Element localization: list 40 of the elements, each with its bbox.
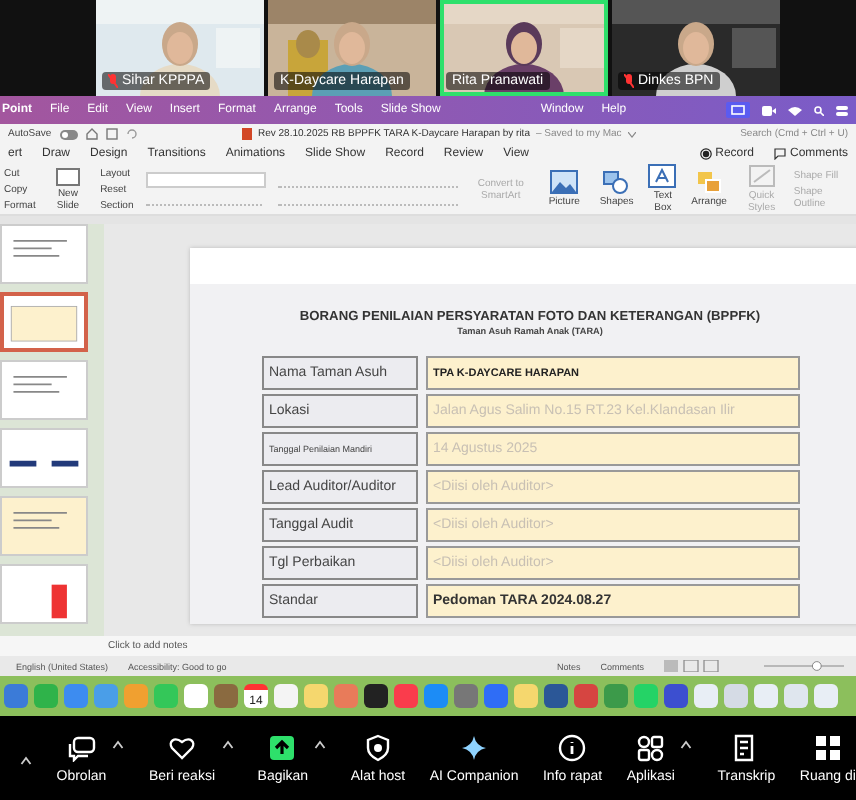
- undo-icon[interactable]: [125, 128, 138, 140]
- home-icon[interactable]: [85, 128, 98, 140]
- image-icon: [550, 170, 579, 194]
- slide-thumbnail[interactable]: [0, 224, 88, 284]
- record-icon: [699, 148, 712, 160]
- slide-thumbnail[interactable]: [0, 564, 88, 624]
- share-icon: [268, 733, 297, 761]
- styles-icon: [747, 164, 776, 188]
- camera-icon[interactable]: [762, 105, 777, 115]
- shapes-icon: [602, 170, 631, 194]
- screen-icon[interactable]: [726, 102, 751, 118]
- app-icon[interactable]: [364, 684, 388, 708]
- caret-icon[interactable]: [20, 756, 32, 766]
- chevron-icon[interactable]: [627, 131, 636, 137]
- apps-icon: [636, 733, 665, 761]
- slide-thumbnail[interactable]: [0, 292, 88, 352]
- font-field[interactable]: [145, 172, 266, 188]
- autosave-toggle[interactable]: [59, 129, 78, 139]
- zoom-slider[interactable]: [764, 660, 844, 672]
- comment-icon: [773, 148, 786, 160]
- sparkle-icon: [460, 733, 489, 761]
- save-icon[interactable]: [105, 128, 118, 140]
- heart-icon: [167, 733, 196, 761]
- caret-icon[interactable]: [314, 739, 327, 749]
- wifi-icon[interactable]: [788, 105, 803, 115]
- document-icon: [241, 128, 252, 140]
- caret-icon[interactable]: [221, 739, 234, 749]
- caret-icon[interactable]: [112, 739, 125, 749]
- app-icon[interactable]: [544, 684, 568, 708]
- search-icon[interactable]: [814, 105, 825, 115]
- info-icon: [558, 733, 587, 761]
- slide-thumbnail[interactable]: [0, 496, 88, 556]
- control-center-icon[interactable]: [836, 105, 849, 115]
- slide-thumbnail[interactable]: [0, 360, 88, 420]
- arrange-icon: [695, 170, 724, 194]
- grid-icon: [813, 733, 842, 761]
- caret-icon[interactable]: [680, 739, 693, 749]
- slide-thumbnail[interactable]: [0, 428, 88, 488]
- shield-icon: [363, 733, 392, 761]
- chat-icon: [67, 733, 96, 761]
